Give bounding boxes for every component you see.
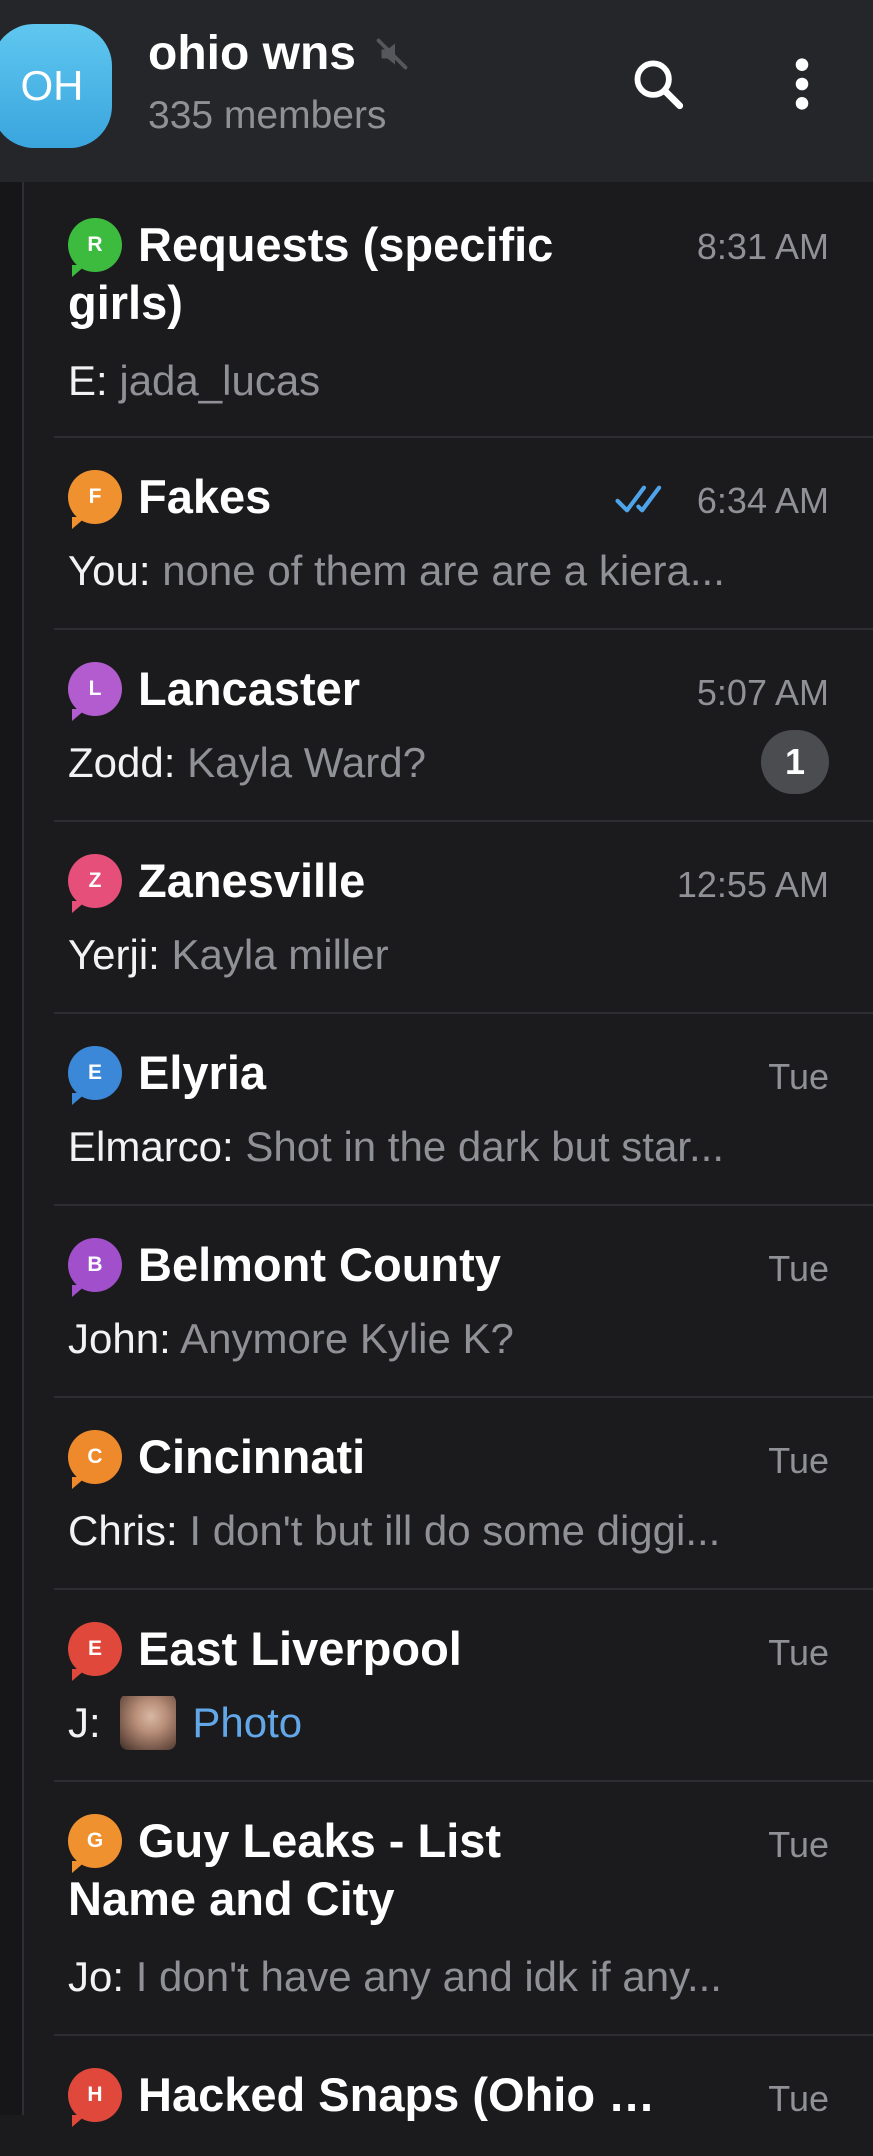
double-check-icon [615,485,662,513]
topic-item[interactable]: E East Liverpool Tue J: Photo [54,1590,873,1782]
preview-text: Anymore Kylie K? [180,1315,514,1362]
preview-sender: Jo: [68,1953,136,2000]
preview-sender: Yerji: [68,931,172,978]
topic-item[interactable]: F Fakes 6:34 AM You: none of them are ar… [54,438,873,630]
unread-count-badge: 1 [761,730,829,794]
preview-text: Kayla miller [171,931,389,978]
photo-thumbnail [120,1696,177,1750]
topic-item[interactable]: Z Zanesville 12:55 AM Yerji: Kayla mille… [54,822,873,1014]
preview-text: Shot in the dark but star... [245,1123,724,1170]
topic-time: 12:55 AM [676,864,829,905]
topic-time: Tue [768,1440,829,1481]
topic-time: Tue [768,1248,829,1289]
topic-title: Fakes [138,470,272,523]
muted-speaker-icon [376,38,408,70]
preview-text: Photo [192,1699,303,1746]
topic-time: 8:31 AM [696,226,829,267]
topic-time: Tue [768,1056,829,1097]
topic-preview: John: Anymore Kylie K? [68,1312,828,1366]
topic-time: Tue [768,2078,829,2119]
topic-title: Guy Leaks - List Name and City [68,1814,502,1925]
topic-title: Cincinnati [138,1430,366,1483]
preview-sender: Elmarco: [68,1123,246,1170]
preview-sender: J: [68,1699,113,1746]
search-icon [634,60,684,110]
topic-title: Requests (specific girls) [68,218,554,329]
preview-text: I don't have any and idk if any... [135,1953,722,2000]
topic-title: Lancaster [138,662,361,715]
topic-item[interactable]: G Guy Leaks - List Name and City Tue Jo:… [54,1782,873,2036]
topic-title: East Liverpool [138,1622,462,1675]
topic-title: Belmont County [138,1238,501,1291]
topic-item[interactable]: E Elyria Tue Elmarco: Shot in the dark b… [54,1014,873,1206]
topic-preview: J: Photo [68,1696,828,1754]
preview-sender: Zodd: [68,739,188,786]
topic-preview: Yerji: Kayla miller [68,928,828,982]
preview-sender: Chris: [68,1507,190,1554]
topic-time: Tue [768,1632,829,1673]
preview-sender: You: [68,547,163,594]
topic-time: 5:07 AM [696,672,829,713]
topic-time: Tue [768,1824,829,1865]
topic-item[interactable]: C Cincinnati Tue Chris: I don't but ill … [54,1398,873,1590]
topic-item[interactable]: B Belmont County Tue John: Anymore Kylie… [54,1206,873,1398]
topic-preview: Zodd: Kayla Ward? [68,736,748,790]
preview-text: I don't but ill do some diggi... [189,1507,721,1554]
topic-preview: You: none of them are are a kiera... [68,544,828,598]
more-vertical-icon [795,58,809,110]
left-rail [0,182,24,2115]
topic-item[interactable]: R Requests (specific girls) 8:31 AM E: j… [54,182,873,438]
more-options-button[interactable] [770,52,834,116]
chat-header: OH ohio wns 335 members [0,0,873,182]
topic-list: R Requests (specific girls) 8:31 AM E: j… [22,182,873,2156]
group-title[interactable]: ohio wns [148,26,356,81]
topic-preview: Chris: I don't but ill do some diggi... [68,1504,828,1558]
topic-item[interactable]: L Lancaster 5:07 AM Zodd: Kayla Ward? 1 [54,630,873,822]
topic-title: Hacked Snaps (Ohio O... [138,2068,658,2121]
preview-text: none of them are are a kiera... [162,547,725,594]
preview-sender: E: [68,357,120,404]
preview-sender: John: [68,1315,181,1362]
preview-text: jada_lucas [119,357,321,404]
topic-title: Elyria [138,1046,267,1099]
member-count: 335 members [148,94,387,137]
search-button[interactable] [626,52,690,116]
topic-title: Zanesville [138,854,366,907]
group-avatar[interactable]: OH [0,24,112,148]
preview-text: Kayla Ward? [187,739,426,786]
topic-time: 6:34 AM [696,480,829,521]
topic-preview: E: jada_lucas [68,354,828,408]
topic-preview: Elmarco: Shot in the dark but star... [68,1120,828,1174]
topic-preview: Jo: I don't have any and idk if any... [68,1950,828,2004]
topic-item[interactable]: H Hacked Snaps (Ohio O... Tue [54,2036,873,2156]
